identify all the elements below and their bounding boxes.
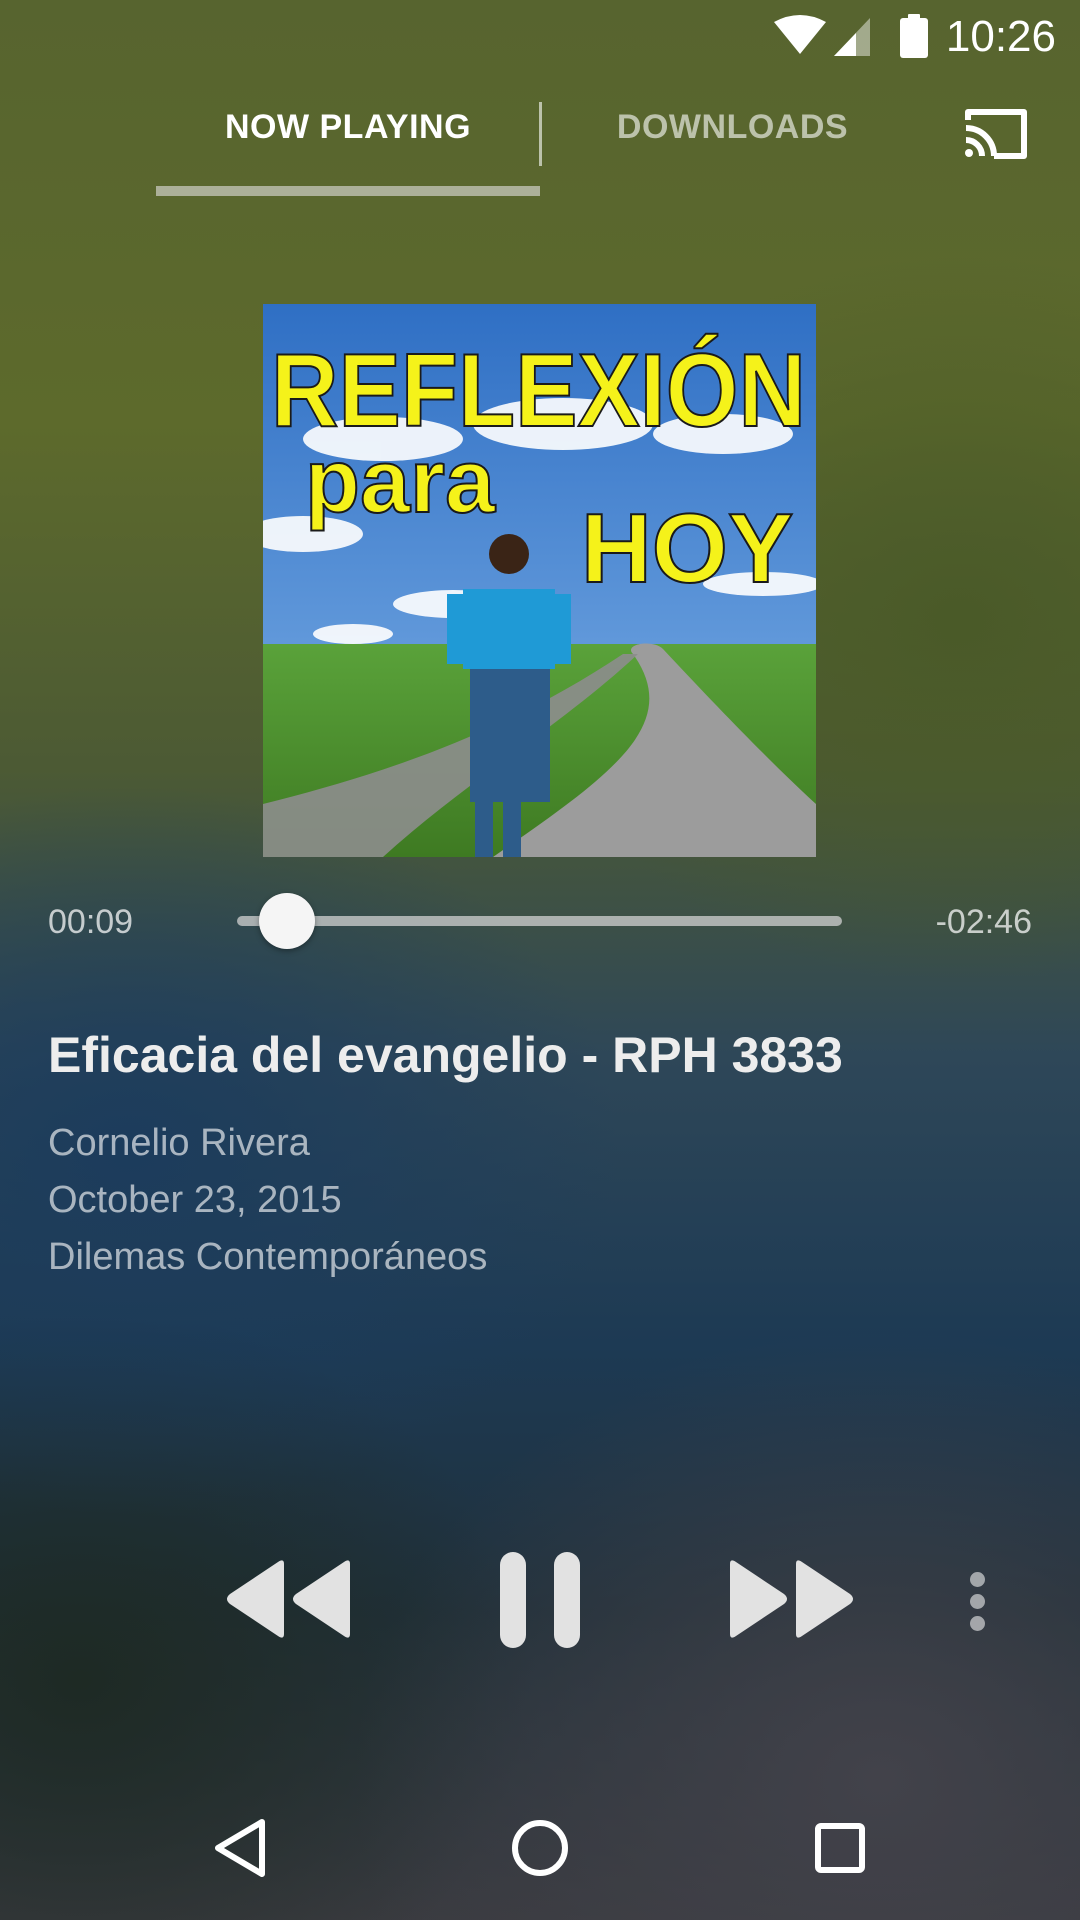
tab-now-playing[interactable]: NOW PLAYING <box>156 108 540 147</box>
home-icon[interactable] <box>510 1818 570 1878</box>
remaining-time: -02:46 <box>935 903 1032 941</box>
status-time: 10:26 <box>945 12 1056 61</box>
episode-date: October 23, 2015 <box>48 1179 342 1221</box>
recents-icon[interactable] <box>814 1822 866 1874</box>
seek-thumb[interactable] <box>259 893 316 949</box>
seek-bar[interactable] <box>237 916 842 926</box>
battery-icon <box>900 14 928 58</box>
album-art: REFLEXIÓN para HOY <box>263 304 816 857</box>
cast-icon[interactable] <box>960 104 1032 164</box>
episode-title: Eficacia del evangelio - RPH 3833 <box>48 1027 843 1083</box>
cellular-signal-icon <box>830 14 874 58</box>
art-title-line3: HOY <box>581 493 793 603</box>
wifi-icon <box>770 14 830 58</box>
fast-forward-icon[interactable] <box>728 1554 858 1644</box>
more-vert-icon[interactable] <box>966 1568 990 1636</box>
tab-downloads[interactable]: DOWNLOADS <box>540 108 925 147</box>
elapsed-time: 00:09 <box>48 903 134 941</box>
tab-selected-indicator <box>156 186 540 196</box>
art-title-line2: para <box>305 432 496 532</box>
back-icon[interactable] <box>212 1818 268 1878</box>
episode-author: Cornelio Rivera <box>48 1122 310 1164</box>
pause-icon[interactable] <box>498 1550 582 1650</box>
rewind-icon[interactable] <box>222 1554 352 1644</box>
episode-series: Dilemas Contemporáneos <box>48 1236 488 1278</box>
